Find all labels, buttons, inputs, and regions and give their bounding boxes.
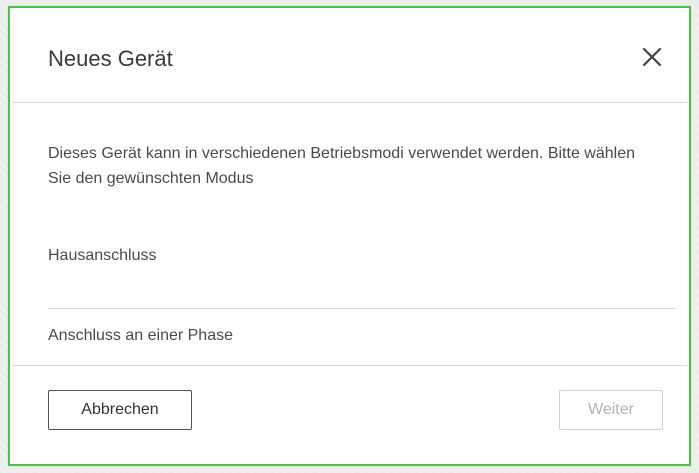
dialog-footer: Abbrechen Weiter xyxy=(12,365,687,462)
new-device-dialog: Neues Gerät Dieses Gerät kann in verschi… xyxy=(12,10,687,462)
cancel-button[interactable]: Abbrechen xyxy=(48,390,192,430)
next-button[interactable]: Weiter xyxy=(559,390,663,430)
close-icon[interactable] xyxy=(639,44,665,70)
dialog-description: Dieses Gerät kann in verschiedenen Betri… xyxy=(48,145,635,187)
dialog-title: Neues Gerät xyxy=(48,46,173,71)
dialog-highlight-frame: Neues Gerät Dieses Gerät kann in verschi… xyxy=(8,6,691,466)
dialog-header: Neues Gerät xyxy=(12,10,687,103)
option-hausanschluss[interactable]: Hausanschluss xyxy=(48,229,677,309)
